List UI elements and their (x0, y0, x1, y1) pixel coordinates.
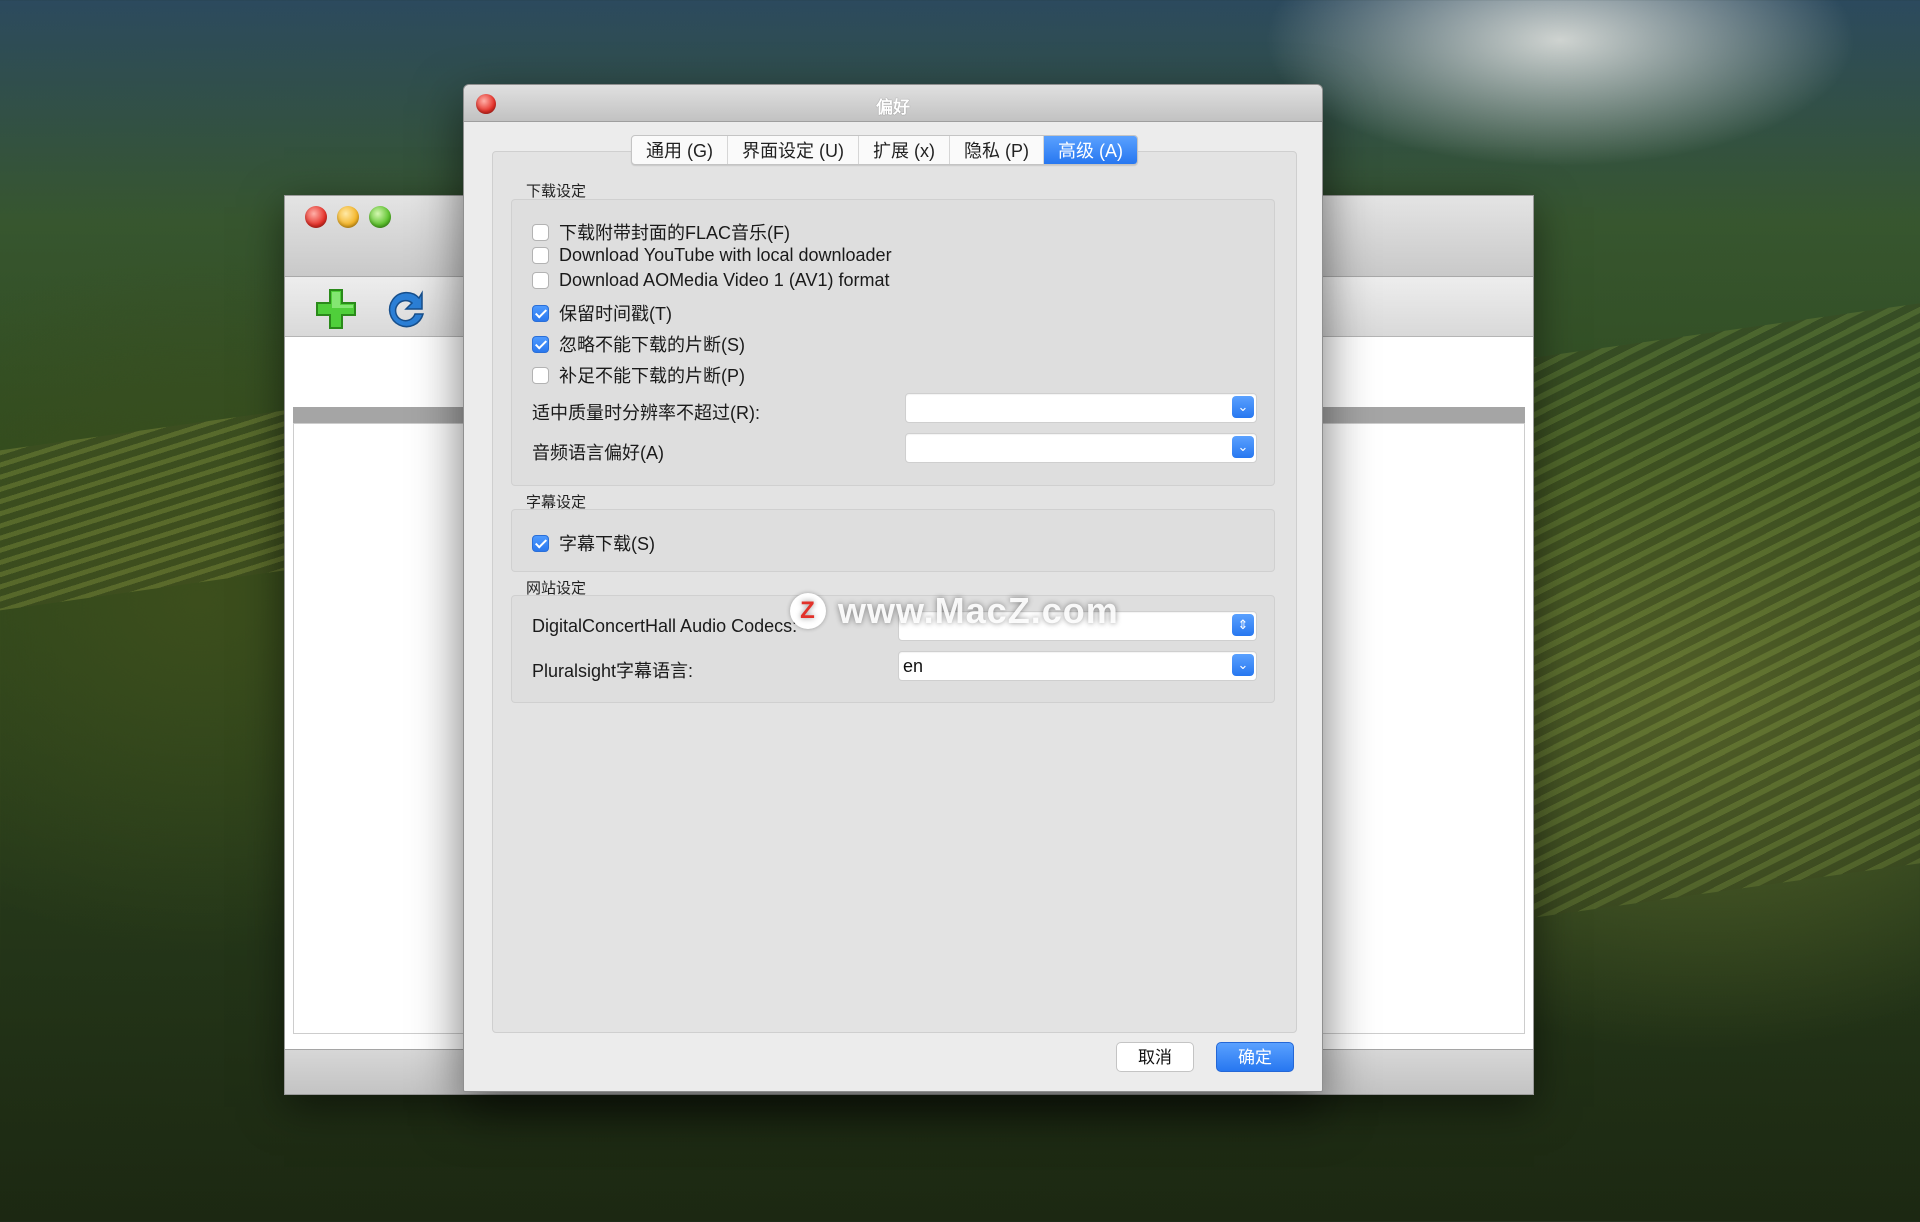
fill-fragments-label: 补足不能下载的片断(P) (559, 366, 745, 386)
up-down-icon: ⇕ (1232, 614, 1254, 636)
background-vineyard (1520, 300, 1920, 920)
dialog-title: 偏好 (876, 98, 910, 117)
fill-fragments-checkbox-row[interactable]: 补足不能下载的片断(P) (532, 362, 745, 388)
tab-general[interactable]: 通用 (G) (632, 136, 728, 164)
tab-interface[interactable]: 界面设定 (U) (728, 136, 859, 164)
pluralsight-language-value: en (903, 656, 924, 676)
watermark-text: www.MacZ.com (838, 590, 1119, 631)
ignore-fragments-checkbox[interactable] (532, 335, 549, 353)
av1-checkbox[interactable] (532, 272, 549, 289)
ignore-fragments-checkbox-row[interactable]: 忽略不能下载的片断(S) (532, 331, 745, 357)
flac-cover-label: 下载附带封面的FLAC音乐(F) (559, 223, 790, 243)
ignore-fragments-label: 忽略不能下载的片断(S) (559, 335, 745, 355)
youtube-local-checkbox-row[interactable]: Download YouTube with local downloader (532, 245, 892, 266)
watermark: Z www.MacZ.com (790, 590, 1119, 632)
keep-timestamp-checkbox-row[interactable]: 保留时间戳(T) (532, 300, 672, 326)
cancel-button[interactable]: 取消 (1116, 1042, 1194, 1072)
app-close-button[interactable] (305, 206, 327, 228)
app-zoom-button[interactable] (369, 206, 391, 228)
flac-cover-checkbox-row[interactable]: 下载附带封面的FLAC音乐(F) (532, 219, 790, 245)
tab-advanced[interactable]: 高级 (A) (1044, 136, 1137, 164)
download-group: 下载附带封面的FLAC音乐(F) Download YouTube with l… (511, 199, 1275, 486)
subtitle-group: 字幕下载(S) (511, 509, 1275, 572)
ok-button[interactable]: 确定 (1216, 1042, 1294, 1072)
watermark-logo: Z (790, 593, 826, 629)
resolution-label: 适中质量时分辨率不超过(R): (532, 403, 760, 423)
chevron-down-icon: ⌄ (1232, 654, 1254, 676)
dialog-titlebar: 偏好 (464, 85, 1322, 122)
chevron-down-icon: ⌄ (1232, 396, 1254, 418)
refresh-icon[interactable] (383, 286, 429, 332)
keep-timestamp-label: 保留时间戳(T) (559, 304, 672, 324)
youtube-local-label: Download YouTube with local downloader (559, 245, 892, 265)
flac-cover-checkbox[interactable] (532, 223, 549, 241)
subtitle-download-checkbox-row[interactable]: 字幕下载(S) (532, 530, 655, 556)
tab-bar: 通用 (G) 界面设定 (U) 扩展 (x) 隐私 (P) 高级 (A) (631, 135, 1138, 165)
tab-privacy[interactable]: 隐私 (P) (950, 136, 1044, 164)
app-minimize-button[interactable] (337, 206, 359, 228)
download-group-title: 下载设定 (526, 183, 587, 200)
av1-label: Download AOMedia Video 1 (AV1) format (559, 270, 890, 290)
preferences-dialog: 偏好 通用 (G) 界面设定 (U) 扩展 (x) 隐私 (P) 高级 (A) … (463, 84, 1323, 1092)
tab-extensions[interactable]: 扩展 (x) (859, 136, 950, 164)
add-icon[interactable] (313, 286, 359, 332)
av1-checkbox-row[interactable]: Download AOMedia Video 1 (AV1) format (532, 270, 890, 291)
youtube-local-checkbox[interactable] (532, 247, 549, 264)
subtitle-download-label: 字幕下载(S) (559, 534, 655, 554)
fill-fragments-checkbox[interactable] (532, 366, 549, 384)
audio-language-select[interactable]: ⌄ (905, 433, 1257, 463)
dch-codec-label: DigitalConcertHall Audio Codecs: (532, 616, 798, 636)
chevron-down-icon: ⌄ (1232, 436, 1254, 458)
resolution-select[interactable]: ⌄ (905, 393, 1257, 423)
background-vineyard-left (0, 409, 290, 611)
keep-timestamp-checkbox[interactable] (532, 304, 549, 322)
pluralsight-language-select[interactable]: en ⌄ (898, 651, 1257, 681)
subtitle-download-checkbox[interactable] (532, 534, 549, 552)
pluralsight-language-label: Pluralsight字幕语言: (532, 661, 694, 681)
audio-language-label: 音频语言偏好(A) (532, 443, 664, 463)
